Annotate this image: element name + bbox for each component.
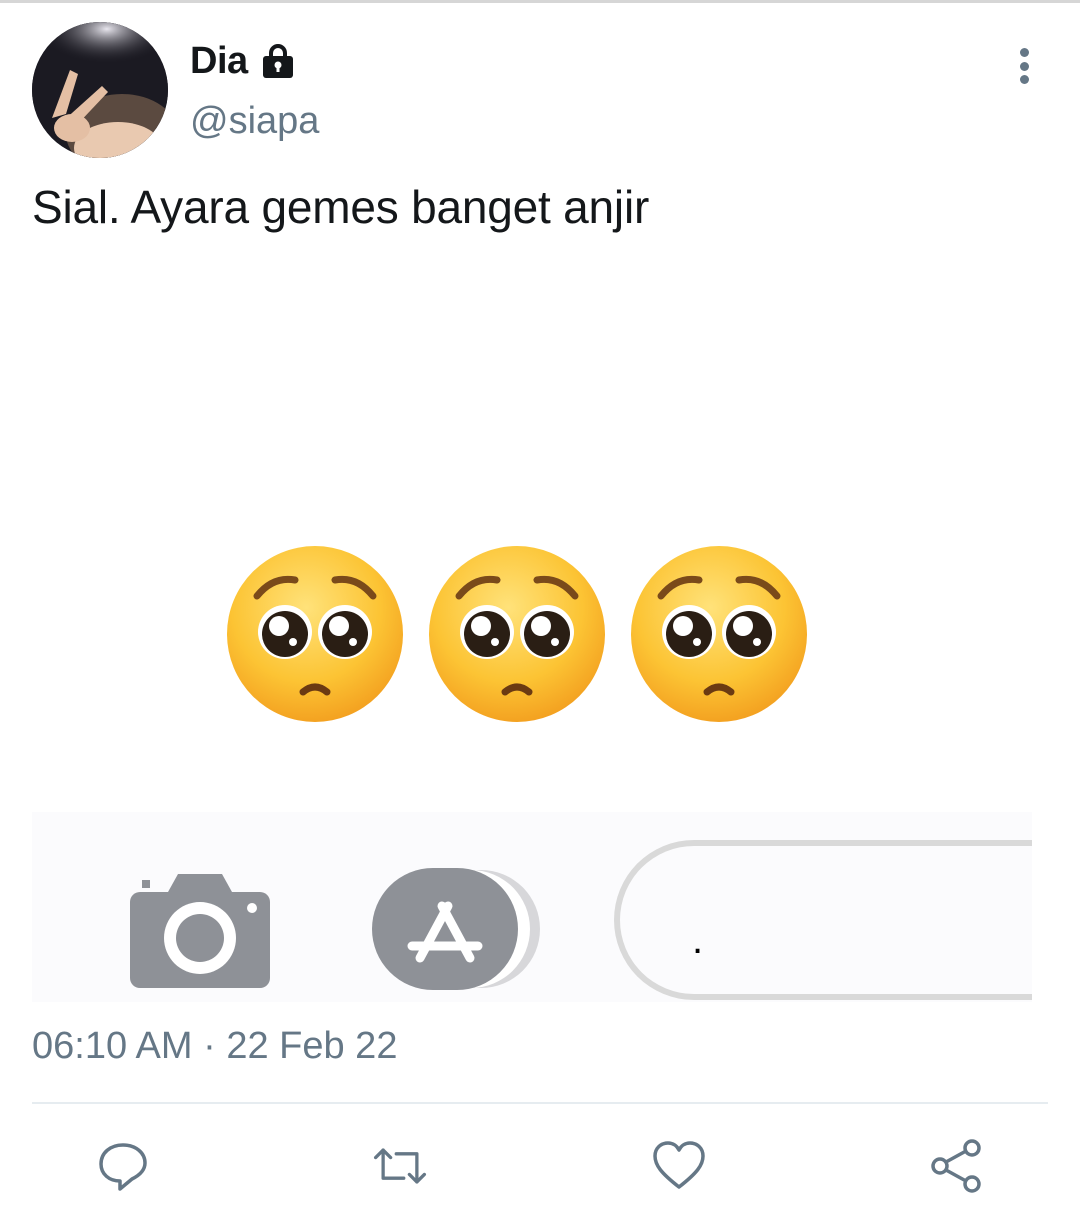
avatar[interactable] xyxy=(32,22,168,158)
retweet-button[interactable] xyxy=(370,1136,430,1196)
share-button[interactable] xyxy=(926,1136,986,1196)
retweet-icon xyxy=(373,1148,427,1184)
message-input-pill xyxy=(614,840,1032,1000)
tweet-text: Sial. Ayara gemes banget anjir xyxy=(32,181,650,233)
pleading-face-emoji-3 xyxy=(631,546,807,722)
message-input-text: . xyxy=(692,918,704,962)
app-store-icon xyxy=(372,868,540,990)
lock-icon xyxy=(258,41,298,81)
reply-button[interactable] xyxy=(93,1136,153,1196)
avatar-photo xyxy=(32,22,168,158)
like-button[interactable] xyxy=(649,1136,709,1196)
tweet-media-image[interactable]: . xyxy=(32,262,1032,1002)
camera-icon xyxy=(130,874,270,988)
more-vertical-icon[interactable] xyxy=(1008,44,1040,88)
user-handle[interactable]: @siapa xyxy=(190,100,319,143)
share-icon xyxy=(931,1139,981,1193)
display-name-row: Dia xyxy=(190,36,298,86)
pleading-face-emoji-1 xyxy=(227,546,403,722)
top-divider xyxy=(0,0,1080,3)
pleading-face-emoji-2 xyxy=(429,546,605,722)
heart-icon xyxy=(653,1141,705,1189)
display-name[interactable]: Dia xyxy=(190,40,248,83)
reply-icon xyxy=(99,1143,147,1191)
tweet-timestamp: 06:10 AM · 22 Feb 22 xyxy=(32,1025,398,1067)
message-toolbar-strip: . xyxy=(32,812,1032,1002)
actions-divider xyxy=(32,1102,1048,1104)
tweet-detail-page: Dia @siapa Sial. Ayara gemes banget anji… xyxy=(0,0,1080,1231)
